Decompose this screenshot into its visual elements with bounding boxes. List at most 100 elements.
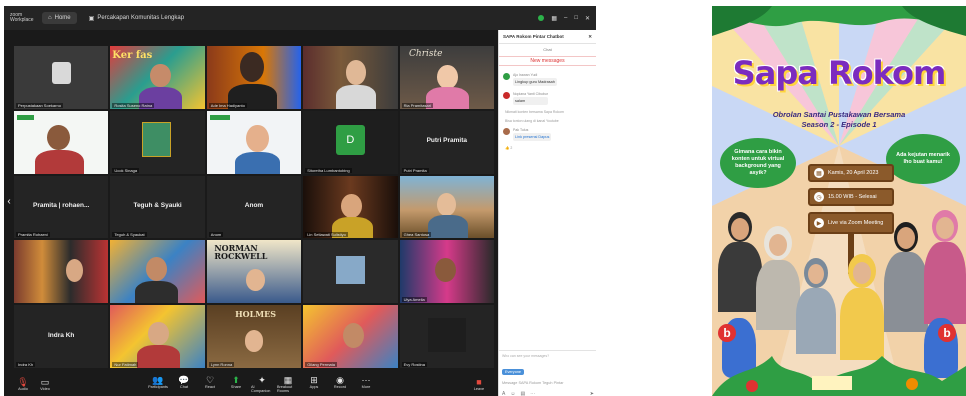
participant-name: Lin Setiawati Sulistiyo bbox=[305, 232, 348, 238]
recipient-selector[interactable]: Everyone bbox=[502, 369, 525, 375]
chat-input[interactable]: Message SAPA Rokom Teguh Pintar bbox=[502, 381, 594, 385]
event-poster: Sapa Rokom Obrolan Santai Pustakawan Ber… bbox=[712, 6, 966, 396]
chat-header: SAPA Rokom Pintar Chatbot ✕ bbox=[499, 30, 596, 44]
video-tile[interactable]: Ker fas Rosita Suseno Ratna bbox=[110, 46, 205, 109]
video-tile[interactable]: Ucok Sinaga bbox=[110, 110, 205, 174]
chat-button[interactable]: 💬 Chat bbox=[173, 375, 195, 393]
speech-bubble-right: Ada kejutan menarik lho buat kamu! bbox=[886, 134, 960, 184]
person-figure bbox=[840, 250, 884, 360]
message-text: Link presensi Dapus bbox=[513, 132, 552, 142]
minimize-icon[interactable]: – bbox=[564, 15, 567, 21]
participants-button[interactable]: 👥 Participants bbox=[147, 375, 169, 393]
react-button[interactable]: ♡ React bbox=[199, 375, 221, 393]
breakout-rooms-button[interactable]: ▦ Breakout Rooms bbox=[277, 375, 299, 393]
shield-icon[interactable] bbox=[538, 15, 545, 21]
logo-icon bbox=[209, 114, 231, 121]
send-icon[interactable]: ➤ bbox=[590, 391, 594, 396]
avatar bbox=[503, 73, 510, 80]
clock-icon: ◷ bbox=[814, 192, 824, 202]
foliage-decoration bbox=[712, 356, 966, 396]
video-tile[interactable] bbox=[14, 110, 109, 174]
chat-message: Pak Tulus Link presensi Dapus bbox=[499, 125, 596, 144]
participants-label: Participants bbox=[148, 385, 168, 389]
video-tile[interactable]: Teguh & Syauki Teguh & Syaukat bbox=[110, 175, 205, 239]
video-tile[interactable]: Lin Setiawati Sulistiyo bbox=[303, 175, 398, 239]
video-tile[interactable]: Gilang Permata bbox=[303, 305, 398, 368]
participant-name: Ade Ima Hadiyanto bbox=[208, 102, 247, 108]
event-location: Live via Zoom Meeting bbox=[828, 220, 884, 226]
b-badge-icon: b bbox=[938, 324, 956, 342]
emoji-icon[interactable]: ☺ bbox=[510, 391, 515, 396]
more-button[interactable]: ⋯ More bbox=[355, 375, 377, 393]
video-tile[interactable] bbox=[110, 240, 205, 304]
format-icon[interactable]: A bbox=[502, 391, 505, 396]
video-tile[interactable]: Pramita | rohaen... Pramita Rohaeni bbox=[14, 175, 109, 239]
participant-display-name: Indra Kh bbox=[48, 331, 75, 339]
participant-name: Putri Pramita bbox=[401, 167, 429, 173]
video-tile[interactable]: Evy Rostina bbox=[399, 305, 494, 368]
chat-subtitle: Chat bbox=[543, 47, 552, 52]
close-icon[interactable]: ✕ bbox=[585, 15, 590, 22]
more-icon[interactable]: ⋯ bbox=[530, 391, 535, 396]
participant-name: Teguh & Syaukat bbox=[112, 232, 147, 238]
video-tile[interactable]: NORMAN ROCKWELL bbox=[206, 240, 302, 304]
video-tile[interactable]: Ulya Amelia bbox=[399, 240, 494, 304]
participant-name: Ghea Santosa bbox=[401, 232, 432, 238]
date-sign: ▦ Kamis, 20 April 2023 bbox=[808, 164, 894, 182]
video-tile[interactable]: Ade Ima Hadiyanto bbox=[206, 46, 302, 109]
video-tile[interactable] bbox=[206, 110, 302, 174]
participant-name: Indra Kh bbox=[16, 361, 36, 367]
video-tile[interactable] bbox=[303, 46, 398, 109]
video-tile[interactable]: Ghea Santosa bbox=[399, 175, 494, 239]
video-tile[interactable]: HOLMES Lynn Ronna bbox=[206, 305, 302, 368]
chat-message: Ajo Irawan Yudi Lingkup guru Madrasah bbox=[499, 70, 596, 89]
video-tile[interactable] bbox=[303, 240, 398, 304]
record-label: Record bbox=[333, 385, 347, 389]
participant-display-name: Anom bbox=[244, 201, 264, 209]
view-icon[interactable]: ▦ bbox=[551, 15, 557, 22]
more-label: More bbox=[361, 385, 371, 389]
file-icon[interactable]: ▤ bbox=[520, 391, 525, 396]
ai-companion-button[interactable]: ✦ AI Companion bbox=[251, 375, 273, 393]
visibility-note[interactable]: Who can see your messages? bbox=[502, 354, 594, 358]
audio-button[interactable]: 🎙 Audio bbox=[12, 377, 34, 391]
previous-page-arrow[interactable]: ‹ bbox=[6, 196, 12, 208]
calendar-icon: ▦ bbox=[814, 168, 824, 178]
microphone-muted-icon: 🎙 bbox=[17, 377, 29, 387]
video-tile[interactable]: D Sitoretha Lumbantobing bbox=[303, 110, 398, 174]
participant-name: Sitoretha Lumbantobing bbox=[305, 167, 352, 173]
chat-close-icon[interactable]: ✕ bbox=[588, 34, 592, 40]
video-tile[interactable] bbox=[14, 240, 109, 304]
share-button[interactable]: ⬆ Share bbox=[225, 375, 247, 393]
message-sender: Nopiana Yanti Cibubur bbox=[513, 92, 548, 97]
record-button[interactable]: ◉ Record bbox=[329, 375, 351, 393]
participant-name: Ria Pramitasari bbox=[401, 102, 433, 108]
video-tile[interactable]: Anom Anom bbox=[206, 175, 302, 239]
b-badge-icon: b bbox=[718, 324, 736, 342]
meeting-tab[interactable]: ▣ Percakapan Komunitas Lengkap bbox=[83, 12, 190, 24]
video-button[interactable]: ▭ Video bbox=[34, 377, 56, 391]
record-icon: ◉ bbox=[336, 375, 344, 385]
video-tile[interactable]: Perpustakaan Soekarno bbox=[14, 46, 109, 109]
audio-label: Audio bbox=[18, 387, 28, 391]
participants-icon: 👥 bbox=[152, 375, 164, 385]
reaction-count[interactable]: 👍 2 bbox=[499, 144, 596, 152]
video-tile[interactable]: Christe Ria Pramitasari bbox=[399, 46, 494, 109]
participant-name: Ulya Amelia bbox=[401, 297, 427, 303]
maximize-icon[interactable]: □ bbox=[574, 15, 578, 21]
participant-name: Perpustakaan Soekarno bbox=[16, 102, 63, 108]
apps-button[interactable]: ⊞ Apps bbox=[303, 375, 325, 393]
chat-note: Bisa tonton ulang di kanal Youtube bbox=[505, 118, 559, 123]
event-date: Kamis, 20 April 2023 bbox=[828, 170, 879, 176]
participant-name: Lynn Ronna bbox=[208, 361, 235, 367]
chat-label: Chat bbox=[179, 385, 189, 389]
home-icon: ⌂ bbox=[48, 15, 52, 21]
video-tile[interactable]: Putri Pramita Putri Pramita bbox=[399, 110, 494, 174]
video-tile[interactable]: Indra Kh Indra Kh bbox=[14, 305, 109, 368]
home-tab[interactable]: ⌂ Home bbox=[42, 12, 77, 24]
time-sign: ◷ 15.00 WIB - Selesai bbox=[808, 188, 894, 206]
video-grid: Perpustakaan Soekarno Ker fas Rosita Sus… bbox=[14, 46, 494, 368]
video-tile[interactable]: Nur Fatimah bbox=[110, 305, 205, 368]
leave-button[interactable]: ■ Leave bbox=[468, 377, 490, 391]
location-sign: ▶ Live via Zoom Meeting bbox=[808, 212, 894, 234]
